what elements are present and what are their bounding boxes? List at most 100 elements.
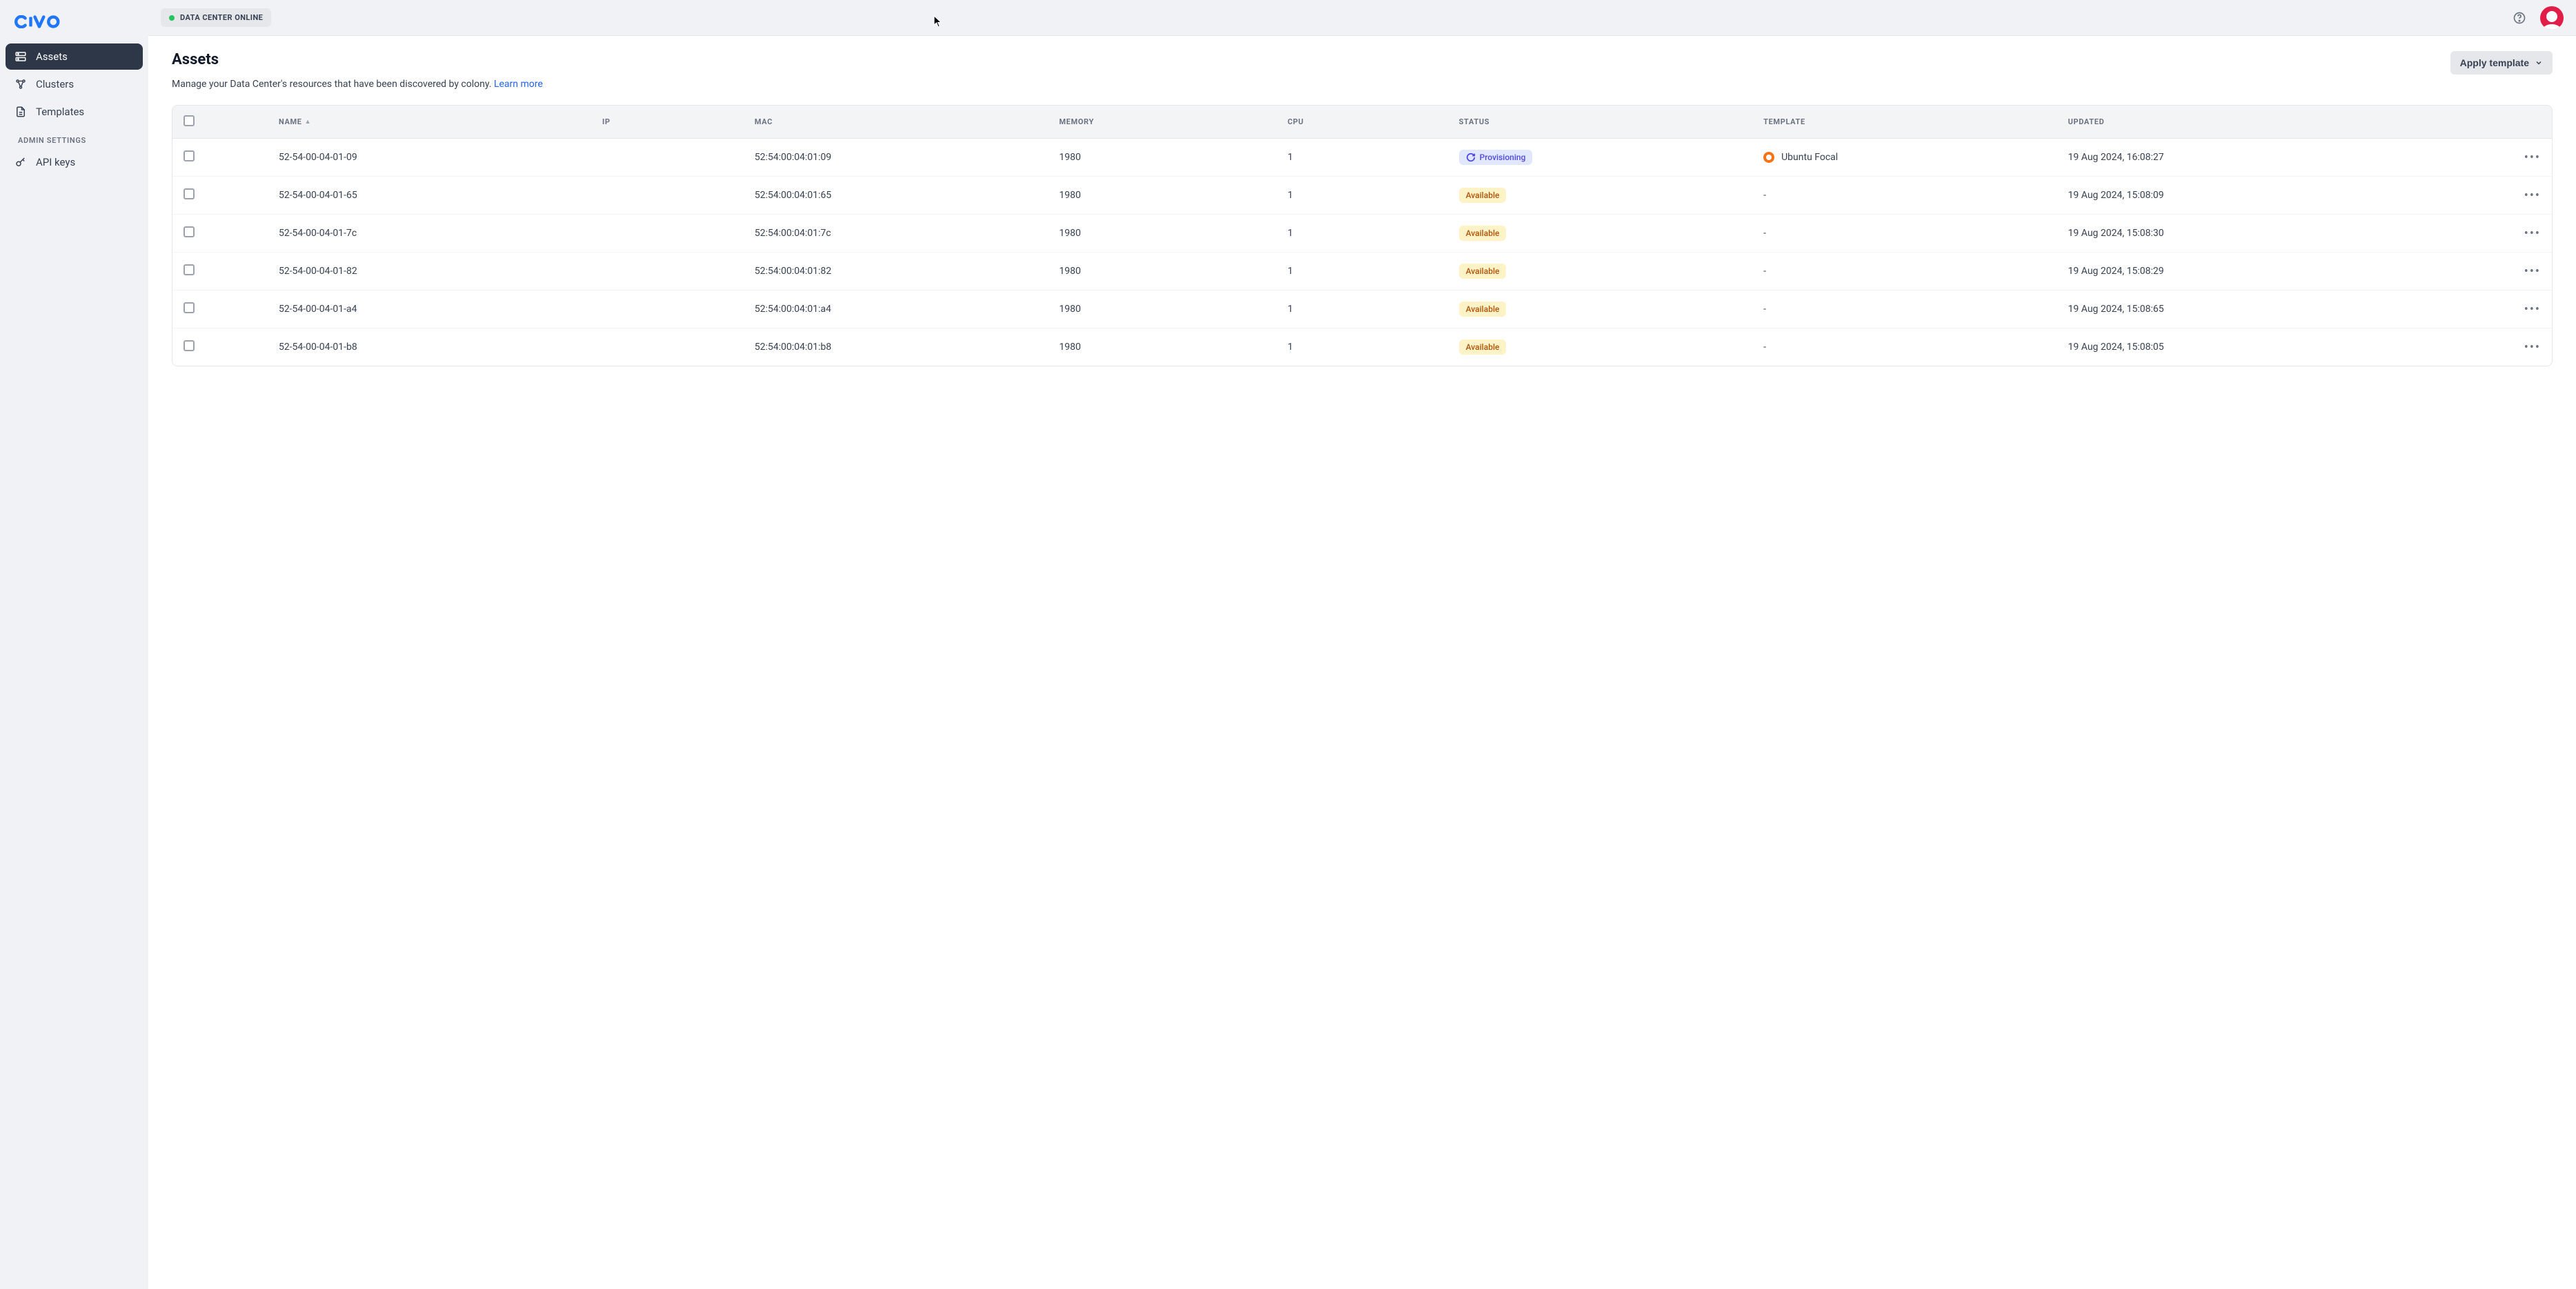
- table-row: 52-54-00-04-01-a452:54:00:04:01:a419801A…: [172, 291, 2552, 328]
- sidebar-item-clusters[interactable]: Clusters: [6, 71, 143, 97]
- column-header-ip[interactable]: IP: [591, 106, 744, 139]
- cell-memory: 1980: [1048, 291, 1276, 328]
- cell-name: 52-54-00-04-01-09: [268, 139, 591, 177]
- content: Assets Apply template Manage your Data C…: [148, 36, 2576, 1289]
- cell-mac: 52:54:00:04:01:a4: [744, 291, 1048, 328]
- cell-memory: 1980: [1048, 328, 1276, 366]
- cell-mac: 52:54:00:04:01:7c: [744, 215, 1048, 253]
- row-actions-button[interactable]: •••: [2524, 264, 2541, 279]
- status-label: Provisioning: [1480, 152, 1526, 162]
- row-checkbox[interactable]: [184, 302, 195, 313]
- datacenter-status-label: DATA CENTER ONLINE: [180, 13, 263, 22]
- column-header-memory[interactable]: MEMORY: [1048, 106, 1276, 139]
- table-row: 52-54-00-04-01-7c 52:54:00:04:01:7c19801 A…: [172, 215, 2552, 253]
- cell-memory: 1980: [1048, 177, 1276, 215]
- cell-updated: 19 Aug 2024, 15:08:09: [2057, 177, 2438, 215]
- sidebar: Assets Clusters Templates ADMIN SETTINGS: [0, 0, 148, 1289]
- table-row: 52-54-00-04-01-65 52:54:00:04:01:6519801 A…: [172, 177, 2552, 215]
- cell-ip: [591, 253, 744, 291]
- cell-name: 52-54-00-04-01-a4: [268, 291, 591, 328]
- status-badge: Provisioning: [1459, 150, 1533, 165]
- key-icon: [14, 155, 28, 169]
- cell-status: Available: [1448, 177, 1752, 215]
- page-description: Manage your Data Center's resources that…: [172, 79, 2553, 90]
- cell-updated: 19 Aug 2024, 15:08:30: [2057, 215, 2438, 253]
- cell-status: Available: [1448, 215, 1752, 253]
- cell-template: -: [1752, 177, 2057, 215]
- cell-cpu: 1: [1276, 253, 1447, 291]
- civo-logo-icon: [14, 15, 62, 28]
- status-badge: Available: [1459, 340, 1507, 355]
- column-header-mac[interactable]: MAC: [744, 106, 1048, 139]
- main: DATA CENTER ONLINE Assets Apply template: [148, 0, 2576, 1289]
- nav-list: Assets Clusters Templates: [6, 43, 143, 126]
- cell-ip: [591, 291, 744, 328]
- row-checkbox[interactable]: [184, 188, 195, 199]
- cell-name: 52-54-00-04-01-65: [268, 177, 591, 215]
- row-checkbox[interactable]: [184, 264, 195, 275]
- template-label: Ubuntu Focal: [1781, 152, 1838, 163]
- apply-template-button[interactable]: Apply template: [2450, 51, 2553, 75]
- apply-template-label: Apply template: [2460, 57, 2529, 68]
- cell-name: 52-54-00-04-01-82: [268, 253, 591, 291]
- column-header-name[interactable]: NAME ▲: [268, 106, 591, 139]
- row-checkbox[interactable]: [184, 340, 195, 351]
- sidebar-item-assets[interactable]: Assets: [6, 43, 143, 70]
- sort-asc-icon: ▲: [305, 118, 312, 126]
- cell-mac: 52:54:00:04:01:b8: [744, 328, 1048, 366]
- learn-more-link[interactable]: Learn more: [494, 79, 543, 90]
- refresh-icon: [1466, 152, 1476, 162]
- row-actions-button[interactable]: •••: [2524, 340, 2541, 355]
- cell-cpu: 1: [1276, 177, 1447, 215]
- row-actions-button[interactable]: •••: [2524, 150, 2541, 165]
- user-avatar[interactable]: [2540, 6, 2564, 30]
- avatar-icon: [2546, 11, 2557, 22]
- cell-cpu: 1: [1276, 215, 1447, 253]
- templates-icon: [14, 105, 28, 119]
- cell-status: Available: [1448, 328, 1752, 366]
- status-label: Available: [1466, 228, 1500, 238]
- column-header-status[interactable]: STATUS: [1448, 106, 1752, 139]
- admin-nav-list: API keys: [6, 149, 143, 177]
- help-button[interactable]: [2510, 8, 2529, 28]
- page-description-text: Manage your Data Center's resources that…: [172, 79, 491, 90]
- cell-template: -: [1752, 328, 2057, 366]
- cell-template: -: [1752, 253, 2057, 291]
- status-label: Available: [1466, 190, 1500, 200]
- help-icon: [2513, 11, 2526, 25]
- cell-ip: [591, 328, 744, 366]
- cell-mac: 52:54:00:04:01:09: [744, 139, 1048, 177]
- datacenter-status-pill[interactable]: DATA CENTER ONLINE: [161, 8, 271, 27]
- column-header-actions: [2437, 106, 2552, 139]
- cell-updated: 19 Aug 2024, 15:08:65: [2057, 291, 2438, 328]
- cell-memory: 1980: [1048, 215, 1276, 253]
- cell-mac: 52:54:00:04:01:65: [744, 177, 1048, 215]
- sidebar-item-label: Assets: [36, 50, 68, 63]
- admin-settings-heading: ADMIN SETTINGS: [6, 126, 143, 149]
- assets-table: NAME ▲ IP MAC MEMORY CPU STATUS TEMPLATE…: [172, 105, 2553, 366]
- cell-name: 52-54-00-04-01-7c: [268, 215, 591, 253]
- cell-cpu: 1: [1276, 291, 1447, 328]
- cell-cpu: 1: [1276, 139, 1447, 177]
- column-header-updated[interactable]: UPDATED: [2057, 106, 2438, 139]
- row-actions-button[interactable]: •••: [2524, 302, 2541, 317]
- table-row: 52-54-00-04-01-0952:54:00:04:01:0919801P…: [172, 139, 2552, 177]
- sidebar-item-label: Templates: [36, 106, 84, 118]
- row-checkbox[interactable]: [184, 150, 195, 161]
- row-actions-button[interactable]: •••: [2524, 226, 2541, 241]
- sidebar-item-templates[interactable]: Templates: [6, 99, 143, 125]
- sidebar-item-api-keys[interactable]: API keys: [6, 149, 143, 175]
- chevron-down-icon: [2535, 59, 2543, 67]
- cell-updated: 19 Aug 2024, 16:08:27: [2057, 139, 2438, 177]
- sidebar-item-label: API keys: [36, 156, 75, 168]
- logo[interactable]: [6, 7, 143, 43]
- table-header-row: NAME ▲ IP MAC MEMORY CPU STATUS TEMPLATE…: [172, 106, 2552, 139]
- row-actions-button[interactable]: •••: [2524, 188, 2541, 203]
- cell-ip: [591, 215, 744, 253]
- column-header-cpu[interactable]: CPU: [1276, 106, 1447, 139]
- status-dot-icon: [169, 15, 175, 21]
- select-all-checkbox[interactable]: [184, 115, 195, 126]
- column-header-name-label: NAME: [279, 117, 302, 126]
- column-header-template[interactable]: TEMPLATE: [1752, 106, 2057, 139]
- row-checkbox[interactable]: [184, 226, 195, 237]
